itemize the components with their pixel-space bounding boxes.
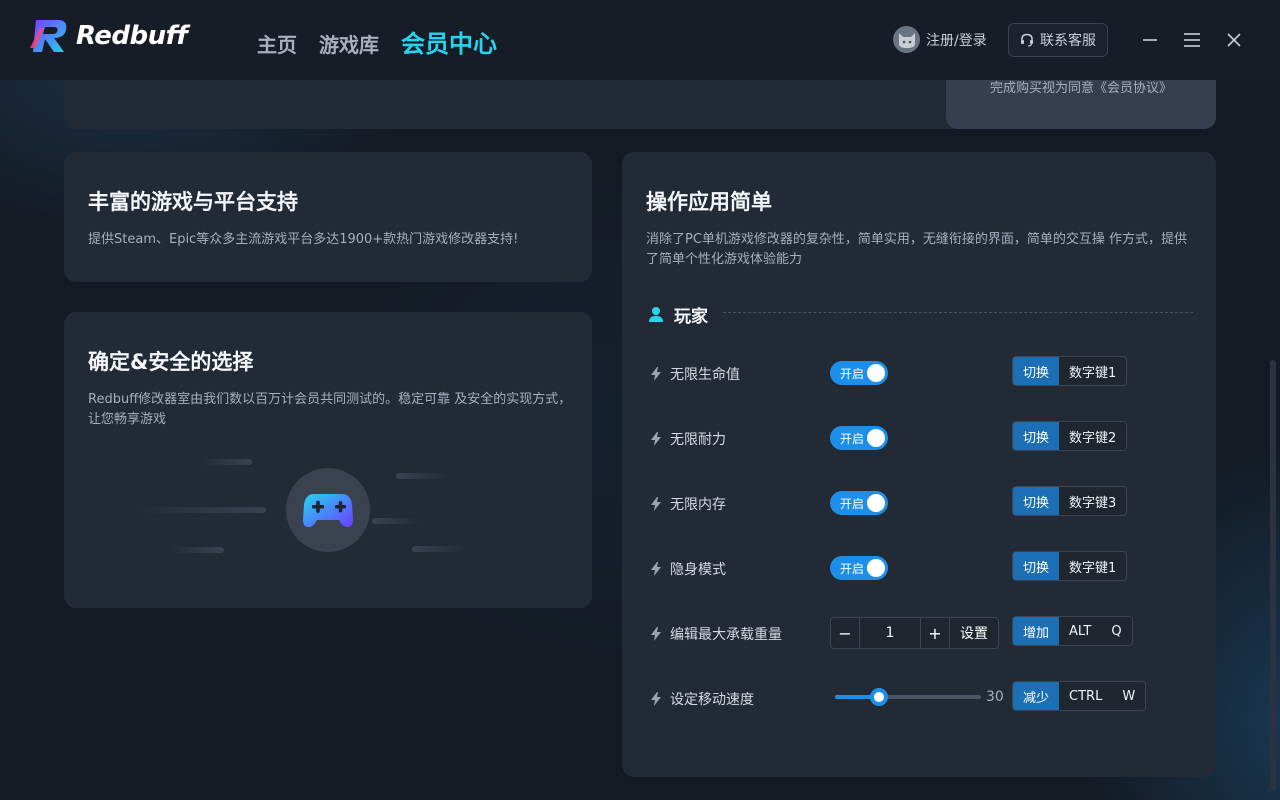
main-nav: 主页 游戏库 会员中心 <box>257 24 497 59</box>
feature-title-games: 丰富的游戏与平台支持 <box>88 190 298 214</box>
cheat-name: 隐身模式 <box>670 562 726 578</box>
player-section-label: 玩家 <box>674 307 708 327</box>
hotkey-action-button[interactable]: 切换 <box>1013 487 1060 515</box>
cheat-row-label: 无限耐力 <box>650 429 726 449</box>
speed-slider[interactable] <box>835 688 981 706</box>
scrollbar[interactable] <box>1270 360 1276 790</box>
increment-button[interactable]: + <box>921 618 949 648</box>
hotkey-action-button[interactable]: 切换 <box>1013 357 1060 385</box>
hotkey-key[interactable]: W <box>1112 682 1146 710</box>
weight-stepper: − 1 + 设置 <box>830 617 999 649</box>
nav-item-library[interactable]: 游戏库 <box>319 29 379 58</box>
cheat-toggle[interactable]: 开启 <box>830 556 888 580</box>
hotkey-group: 切换 数字键1 <box>1012 356 1128 386</box>
section-divider <box>723 312 1193 313</box>
logo[interactable]: Redbuff <box>30 18 188 54</box>
hotkey-key[interactable]: Q <box>1101 617 1132 645</box>
hotkey-action-button[interactable]: 增加 <box>1013 617 1060 645</box>
login-button[interactable]: 注册/登录 <box>893 26 987 53</box>
speed-value: 30 <box>986 689 1004 705</box>
toggle-label: 开启 <box>840 496 865 511</box>
hotkey-group: 切换 数字键2 <box>1012 421 1128 451</box>
hotkey-action-button[interactable]: 切换 <box>1013 552 1060 580</box>
decor-streak <box>200 459 252 465</box>
feature-card-games <box>64 152 592 282</box>
cheat-toggle[interactable]: 开启 <box>830 426 888 450</box>
cheat-row-label: 隐身模式 <box>650 559 726 579</box>
menu-icon[interactable] <box>1180 28 1204 52</box>
feature-title-safety: 确定&安全的选择 <box>88 350 254 374</box>
hotkey-group: 切换 数字键3 <box>1012 486 1128 516</box>
toggle-label: 开启 <box>840 366 865 381</box>
feature-desc-safety: Redbuff修改器室由我们数以百万计会员共同测试的。稳定可靠 及安全的实现方式… <box>88 392 572 427</box>
feature-title-simple: 操作应用简单 <box>646 190 772 214</box>
cheat-name: 编辑最大承载重量 <box>670 627 782 643</box>
bolt-icon <box>651 367 661 381</box>
hotkey-group: 增加 ALT Q <box>1012 616 1133 646</box>
cat-avatar-icon <box>893 26 920 53</box>
toggle-knob <box>867 364 885 382</box>
title-bar: Redbuff 主页 游戏库 会员中心 注册/登录 联系客服 <box>0 0 1280 80</box>
decrement-button[interactable]: − <box>831 618 859 648</box>
close-icon[interactable] <box>1222 28 1246 52</box>
toggle-knob <box>867 429 885 447</box>
hotkey-action-button[interactable]: 减少 <box>1013 682 1060 710</box>
cheat-name: 无限内存 <box>670 497 726 513</box>
hotkey-key[interactable]: 数字键1 <box>1059 357 1127 385</box>
toggle-knob <box>867 494 885 512</box>
hotkey-key[interactable]: CTRL <box>1059 682 1113 710</box>
hotkey-group: 切换 数字键1 <box>1012 551 1128 581</box>
hotkey-key[interactable]: 数字键2 <box>1059 422 1127 450</box>
decor-streak <box>136 507 266 513</box>
cheat-name: 设定移动速度 <box>670 692 754 708</box>
nav-item-home[interactable]: 主页 <box>257 29 297 58</box>
logo-text: Redbuff <box>76 21 188 51</box>
feature-desc-simple: 消除了PC单机游戏修改器的复杂性，简单实用，无缝衔接的界面，简单的交互操 作方式… <box>646 232 1188 267</box>
user-icon <box>649 307 663 322</box>
cheat-name: 无限生命值 <box>670 367 740 383</box>
gamepad-badge <box>286 468 370 552</box>
nav-item-membership[interactable]: 会员中心 <box>401 24 497 59</box>
decor-streak <box>396 473 448 479</box>
contact-service-button[interactable]: 联系客服 <box>1008 23 1108 57</box>
cheat-name: 无限耐力 <box>670 432 726 448</box>
gamepad-icon <box>303 494 353 528</box>
decor-streak <box>412 546 466 552</box>
headset-icon <box>1021 33 1033 47</box>
cheat-row-label: 设定移动速度 <box>650 689 754 709</box>
toggle-knob <box>867 559 885 577</box>
toggle-label: 开启 <box>840 561 865 576</box>
feature-desc-games: 提供Steam、Epic等众多主流游戏平台多达1900+款热门游戏修改器支持! <box>88 232 519 247</box>
hotkey-key[interactable]: ALT <box>1059 617 1102 645</box>
decor-streak <box>372 518 420 524</box>
cheat-row-label: 编辑最大承载重量 <box>650 624 782 644</box>
minimize-icon[interactable] <box>1138 28 1162 52</box>
redbuff-logo-icon <box>30 20 67 52</box>
bolt-icon <box>651 497 661 511</box>
hotkey-key[interactable]: 数字键1 <box>1059 552 1127 580</box>
bolt-icon <box>651 562 661 576</box>
toggle-label: 开启 <box>840 431 865 446</box>
hotkey-key[interactable]: 数字键3 <box>1059 487 1127 515</box>
cheat-toggle[interactable]: 开启 <box>830 491 888 515</box>
hotkey-group: 减少 CTRL W <box>1012 681 1147 711</box>
bolt-icon <box>651 692 661 706</box>
player-section-header: 玩家 <box>648 302 708 327</box>
cheat-row-label: 无限内存 <box>650 494 726 514</box>
hotkey-action-button[interactable]: 切换 <box>1013 422 1060 450</box>
bolt-icon <box>651 432 661 446</box>
cheat-toggle[interactable]: 开启 <box>830 361 888 385</box>
login-label: 注册/登录 <box>926 32 987 49</box>
weight-value-input[interactable]: 1 <box>859 618 921 648</box>
decor-streak <box>170 547 224 553</box>
contact-service-label: 联系客服 <box>1040 33 1096 49</box>
bolt-icon <box>651 627 661 641</box>
cheat-row-label: 无限生命值 <box>650 364 740 384</box>
slider-thumb[interactable] <box>870 688 888 706</box>
set-weight-button[interactable]: 设置 <box>949 618 998 648</box>
